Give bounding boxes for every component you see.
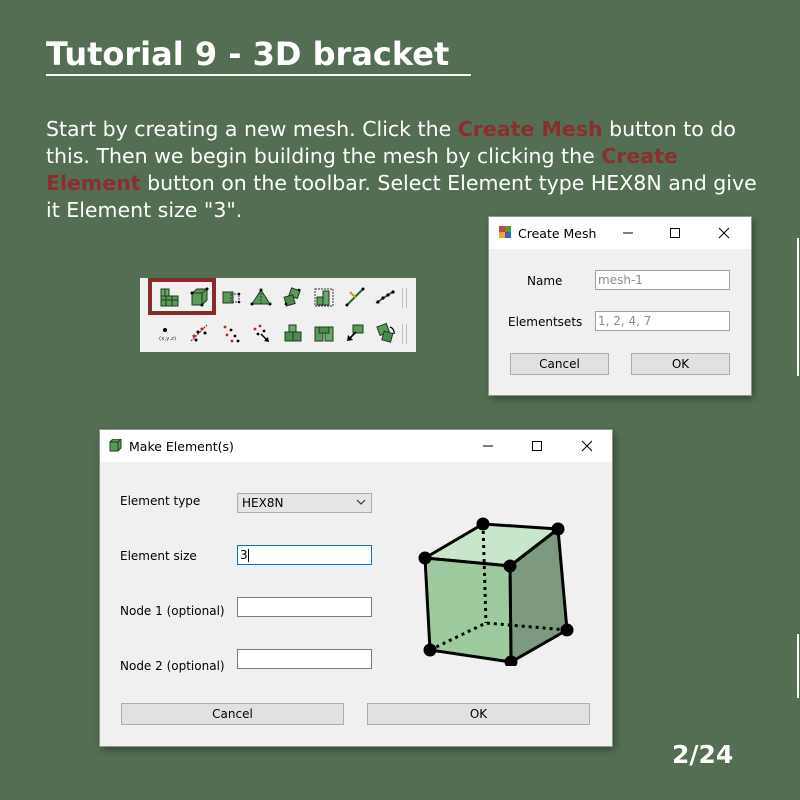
- minimize-button[interactable]: [605, 219, 651, 247]
- create-mesh-highlight: Create Mesh: [457, 117, 603, 141]
- node-set-icon[interactable]: [188, 322, 210, 344]
- node-cluster-icon[interactable]: [282, 286, 304, 308]
- toolbar-separator: [406, 324, 407, 344]
- dialog-title: Create Mesh: [518, 226, 597, 241]
- edge-line-bottom: [797, 634, 799, 698]
- element-block-icon[interactable]: [282, 322, 304, 344]
- edge-line-top: [797, 238, 799, 376]
- element-group-icon[interactable]: [313, 322, 335, 344]
- rotate-element-icon[interactable]: [374, 322, 396, 344]
- element-app-icon: [109, 439, 122, 452]
- node1-input[interactable]: [237, 597, 372, 617]
- dialog-title: Make Element(s): [129, 439, 234, 454]
- close-button[interactable]: [564, 432, 610, 460]
- text-caret: [247, 549, 249, 562]
- intro-text: Start by creating a new mesh. Click the …: [46, 116, 766, 224]
- element-type-select[interactable]: HEX8N: [237, 493, 372, 513]
- hex8n-cube-icon: [418, 517, 574, 666]
- slide-title: Tutorial 9 - 3D bracket: [46, 34, 472, 76]
- toolbar-highlight-box: [148, 278, 216, 315]
- node-arrow-icon[interactable]: [250, 322, 272, 344]
- intro-text-part3: button on the toolbar. Select Element ty…: [46, 171, 757, 222]
- element-grid-icon[interactable]: [220, 286, 242, 308]
- intro-text-part1: Start by creating a new mesh. Click the: [46, 117, 458, 141]
- elementsets-input[interactable]: 1, 2, 4, 7: [595, 311, 730, 331]
- page-number: 2/24: [672, 740, 734, 769]
- element-type-value: HEX8N: [242, 496, 284, 510]
- chevron-down-icon: [356, 499, 366, 505]
- toolbar-separator: [402, 324, 403, 344]
- name-label: Name: [527, 274, 563, 288]
- line-tool-icon[interactable]: [344, 286, 366, 308]
- node1-label: Node 1 (optional): [120, 604, 225, 618]
- mesh-app-icon: [499, 226, 511, 238]
- element-selection-icon[interactable]: [313, 286, 335, 308]
- element-size-input[interactable]: 3: [237, 545, 372, 565]
- node2-input[interactable]: [237, 649, 372, 669]
- cancel-button[interactable]: Cancel: [510, 353, 609, 375]
- node-line-icon[interactable]: [374, 286, 396, 308]
- ok-button[interactable]: OK: [631, 353, 730, 375]
- cancel-button[interactable]: Cancel: [121, 703, 344, 725]
- element-type-label: Element type: [120, 494, 201, 508]
- move-element-icon[interactable]: [344, 322, 366, 344]
- toolbar-separator: [406, 288, 407, 308]
- triangle-element-icon[interactable]: [250, 286, 272, 308]
- minimize-button[interactable]: [465, 432, 511, 460]
- node2-label: Node 2 (optional): [120, 659, 225, 673]
- create-mesh-dialog: Create Mesh Name mesh-1 Elementsets 1, 2…: [489, 217, 751, 395]
- element-size-label: Element size: [120, 549, 197, 563]
- node-coordinate-label: (x,y,z): [159, 336, 176, 342]
- element-size-value: 3: [240, 548, 248, 562]
- maximize-button[interactable]: [652, 219, 698, 247]
- ok-button[interactable]: OK: [367, 703, 590, 725]
- node-coordinate-icon[interactable]: (x,y,z): [158, 322, 180, 344]
- maximize-button[interactable]: [514, 432, 560, 460]
- mesh-name-input[interactable]: mesh-1: [595, 270, 730, 290]
- elementsets-label: Elementsets: [508, 315, 583, 329]
- toolbar-separator: [402, 288, 403, 308]
- point-cloud-icon[interactable]: [220, 322, 242, 344]
- make-element-dialog: Make Element(s) Element type HEX8N Eleme…: [100, 430, 612, 746]
- close-button[interactable]: [701, 219, 747, 247]
